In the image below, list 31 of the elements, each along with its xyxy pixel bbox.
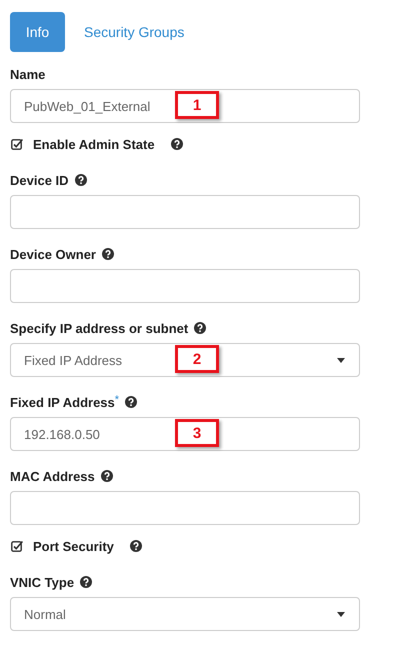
field-label: Name: [10, 66, 46, 82]
field-label: MAC Address: [10, 468, 95, 484]
field-label: Device Owner: [10, 246, 96, 262]
input-field[interactable]: [10, 491, 360, 525]
caret-icon: [337, 612, 345, 616]
help-icon[interactable]: [170, 138, 183, 150]
field-label: Specify IP address or subnet: [10, 320, 188, 336]
dropdown[interactable]: Normal: [10, 597, 360, 631]
help-icon[interactable]: [125, 396, 138, 408]
help-icon[interactable]: [102, 248, 114, 260]
help-icon[interactable]: [130, 540, 142, 552]
help-icon[interactable]: [74, 174, 87, 186]
field-label: Enable Admin State: [33, 136, 155, 152]
help-icon[interactable]: [100, 470, 113, 482]
checked-checkbox-icon[interactable]: [11, 138, 23, 150]
checked-checkbox-icon[interactable]: [11, 540, 23, 552]
field-label: Device ID: [10, 172, 69, 188]
input-field[interactable]: [10, 269, 360, 303]
field-label: VNIC Type: [10, 574, 74, 590]
help-icon[interactable]: [80, 576, 92, 588]
tab[interactable]: Security Groups: [67, 12, 202, 52]
annotation-callout: 3: [175, 419, 219, 447]
input-field[interactable]: [10, 195, 360, 229]
tab[interactable]: Info: [10, 12, 65, 52]
annotation-callout: 2: [175, 345, 219, 373]
annotation-callout: 1: [175, 91, 219, 119]
field-label: Port Security: [33, 538, 114, 554]
caret-icon: [337, 358, 345, 362]
field-label: Fixed IP Address: [10, 394, 115, 410]
help-icon[interactable]: [194, 322, 206, 334]
required-mark: *: [114, 394, 120, 406]
